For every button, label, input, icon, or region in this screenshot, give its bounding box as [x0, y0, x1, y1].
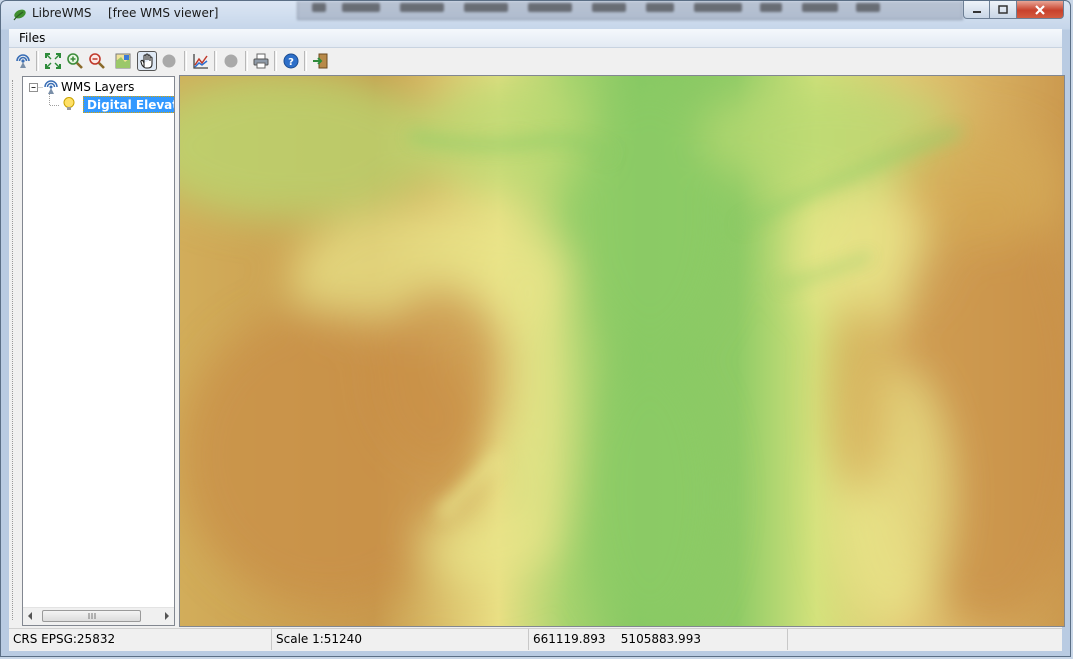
- window-subtitle: [free WMS viewer]: [108, 6, 219, 20]
- minimize-button[interactable]: [963, 1, 990, 19]
- window-title: LibreWMS: [32, 6, 92, 20]
- toolbar-separator: [214, 51, 217, 71]
- chart-icon: [193, 54, 208, 69]
- wms-layers-icon: [43, 79, 59, 95]
- lightbulb-icon[interactable]: [61, 96, 77, 112]
- close-icon: [1035, 4, 1045, 15]
- background-app-menu: [297, 1, 963, 20]
- help-button[interactable]: ?: [281, 51, 301, 71]
- toolbar-separator: [184, 51, 187, 71]
- toolbar-separator: [304, 51, 307, 71]
- toolbar-separator: [245, 51, 248, 71]
- disabled-tool-button[interactable]: [159, 51, 179, 71]
- pan-hand-icon: [140, 53, 153, 69]
- maximize-icon: [998, 4, 1008, 14]
- identify-button[interactable]: [113, 51, 133, 71]
- zoom-in-button[interactable]: [65, 51, 85, 71]
- zoom-out-button[interactable]: [87, 51, 107, 71]
- scroll-right-icon[interactable]: [165, 612, 169, 620]
- zoom-extent-icon: [45, 53, 61, 69]
- grip-icon: [88, 613, 95, 619]
- zoom-in-icon: [67, 53, 83, 69]
- status-extra: [788, 629, 1066, 650]
- toolbar-separator: [36, 51, 39, 71]
- zoom-out-icon: [89, 53, 105, 69]
- zoom-extent-button[interactable]: [43, 51, 63, 71]
- status-bar: CRS EPSG:25832 Scale 1:51240 661119.893 …: [9, 628, 1062, 651]
- status-y: 5105883.993: [620, 632, 701, 646]
- disabled-circle-icon: [224, 54, 238, 68]
- help-icon: ?: [283, 53, 299, 69]
- tree-root[interactable]: WMS Layers: [25, 79, 174, 106]
- maximize-button[interactable]: [990, 1, 1017, 19]
- close-button[interactable]: [1017, 1, 1064, 19]
- disabled-tool-button[interactable]: [221, 51, 241, 71]
- exit-button[interactable]: [311, 51, 331, 71]
- app-leaf-icon: [11, 6, 27, 22]
- chart-button[interactable]: [191, 51, 211, 71]
- status-crs: CRS EPSG:25832: [9, 629, 272, 650]
- status-scale: Scale 1:51240: [272, 629, 529, 650]
- map-identify-icon: [115, 53, 131, 69]
- wms-connect-button[interactable]: [13, 51, 33, 71]
- svg-text:?: ?: [288, 57, 294, 68]
- map-canvas[interactable]: [179, 75, 1065, 627]
- minimize-icon: [972, 10, 981, 13]
- tree-root-label: WMS Layers: [61, 80, 135, 94]
- menu-bar: Files: [9, 29, 1062, 48]
- wms-connect-icon: [16, 54, 30, 68]
- window-controls: [963, 1, 1064, 20]
- pan-button[interactable]: [137, 51, 157, 71]
- scroll-left-icon[interactable]: [28, 612, 32, 620]
- disabled-circle-icon: [162, 54, 176, 68]
- exit-icon: [313, 53, 328, 69]
- tree-layer-item[interactable]: Digital Elevation Model: [83, 96, 174, 113]
- print-icon: [253, 53, 269, 69]
- dock-grip[interactable]: [12, 80, 16, 620]
- toolbar: ?: [9, 48, 1062, 75]
- toolbar-separator: [274, 51, 277, 71]
- status-coordinates: 661119.893 5105883.993: [529, 629, 788, 650]
- tree-horizontal-scrollbar[interactable]: [23, 607, 174, 625]
- menu-files[interactable]: Files: [19, 31, 45, 45]
- layer-tree[interactable]: WMS Layers Digital Elevation Model: [22, 76, 175, 626]
- elevation-map[interactable]: [180, 76, 1064, 626]
- print-button[interactable]: [251, 51, 271, 71]
- app-window: LibreWMS [free WMS viewer] Files ? WMS L…: [0, 0, 1071, 657]
- title-bar[interactable]: LibreWMS [free WMS viewer]: [1, 1, 1070, 27]
- status-x: 661119.893: [533, 632, 606, 646]
- scroll-thumb[interactable]: [42, 610, 141, 622]
- main-content: WMS Layers Digital Elevation Model: [9, 74, 1065, 628]
